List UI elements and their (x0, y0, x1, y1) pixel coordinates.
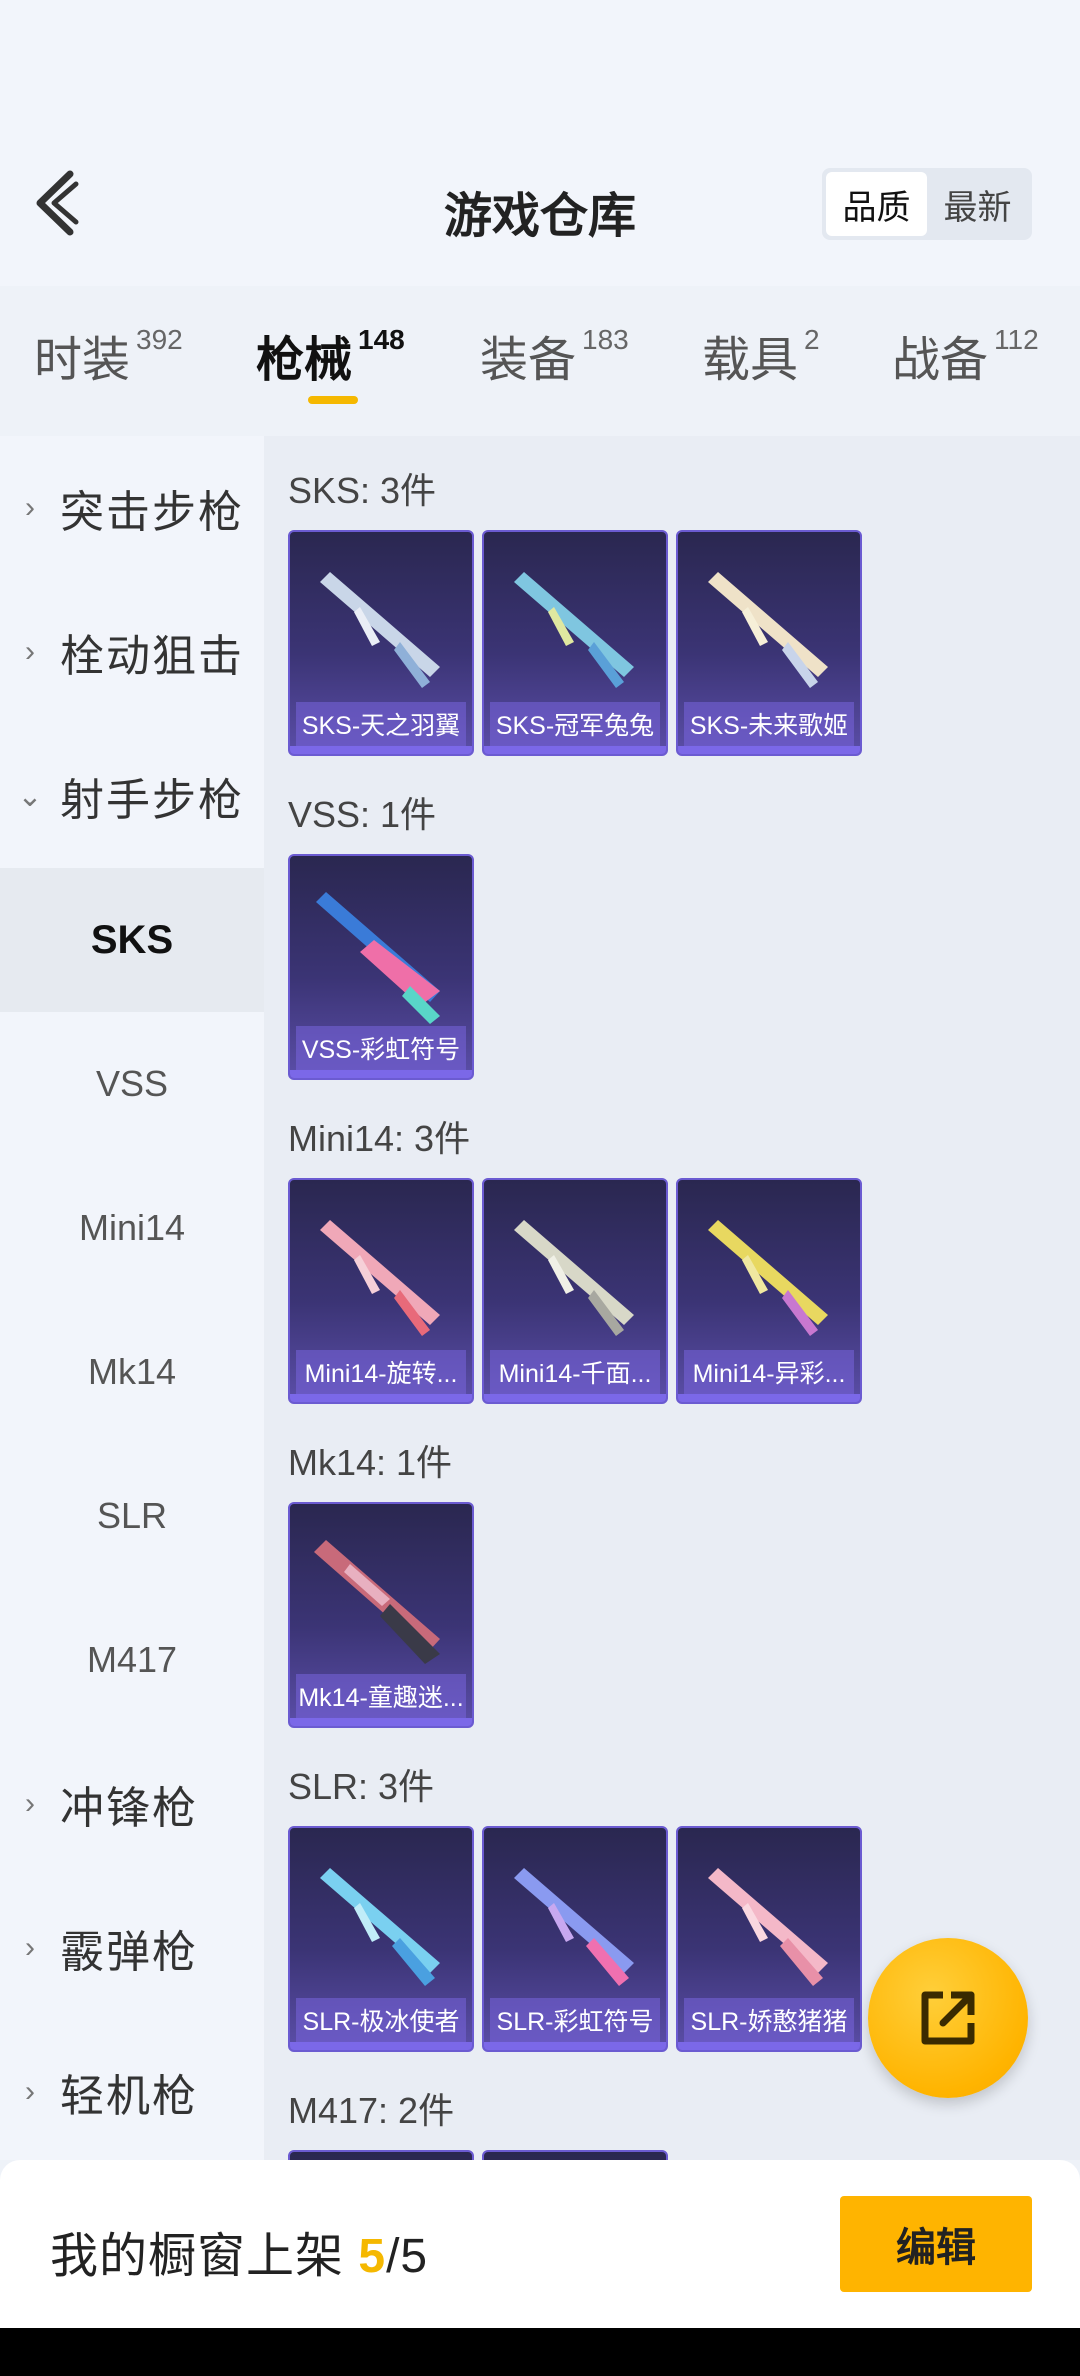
tab-count: 2 (804, 324, 820, 355)
sort-quality-button[interactable]: 品质 (826, 172, 927, 236)
weapon-card[interactable] (482, 2150, 668, 2160)
weapon-card-name: Mk14-童趣迷... (296, 1674, 466, 1718)
sidebar-category-label: 栓动狙击 (60, 632, 244, 681)
section-title-mk14: Mk14: 1件 (288, 1442, 453, 1483)
chevron-right-icon: › (25, 1787, 35, 1820)
weapon-card[interactable]: SLR-彩虹符号 (482, 1826, 668, 2052)
weapon-card-name: Mini14-千面... (490, 1350, 660, 1394)
weapon-card-name: SKS-冠军兔兔 (490, 702, 660, 746)
sidebar: › 突击步枪 › 栓动狙击 ⌄ 射手步枪 SKS VSS Mini14 Mk14… (0, 436, 264, 2160)
section-title-m417: M417: 2件 (288, 2090, 455, 2131)
chevron-right-icon: › (25, 635, 35, 668)
tab-count: 392 (136, 324, 183, 355)
rarity-bar (484, 2042, 666, 2050)
weapon-card-name: Mini14-旋转... (296, 1350, 466, 1394)
weapon-card-name: SLR-娇憨猪猪 (684, 1998, 854, 2042)
section-title-vss: VSS: 1件 (288, 794, 437, 835)
weapon-card[interactable]: SLR-娇憨猪猪 (676, 1826, 862, 2052)
active-tab-indicator (308, 396, 358, 404)
sidebar-category-shotgun[interactable]: › 霰弹枪 (0, 1876, 264, 2020)
weapon-card-name: SKS-天之羽翼 (296, 702, 466, 746)
rarity-bar (290, 746, 472, 754)
rarity-bar (678, 746, 860, 754)
tab-label: 枪械 (256, 334, 353, 387)
weapon-card[interactable]: Mk14-童趣迷... (288, 1502, 474, 1728)
rarity-bar (484, 1394, 666, 1402)
tab-label: 载具 (702, 334, 799, 387)
sidebar-category-label: 冲锋枪 (60, 1784, 198, 1833)
showcase-label: 我的橱窗上架 (50, 2230, 345, 2283)
weapon-card[interactable]: VSS-彩虹符号 (288, 854, 474, 1080)
showcase-current-count: 5 (358, 2230, 387, 2283)
share-external-icon (921, 1991, 975, 2045)
system-nav-bar (0, 2328, 1080, 2376)
chevron-down-icon: ⌄ (17, 779, 43, 813)
sidebar-category-lmg[interactable]: › 轻机枪 (0, 2020, 264, 2160)
weapon-card[interactable]: Mini14-千面... (482, 1178, 668, 1404)
rarity-bar (678, 1394, 860, 1402)
weapon-grid: SKS: 3件 SKS-天之羽翼 SKS-冠军兔兔 SKS-未来歌姬 VSS: … (264, 436, 1080, 2160)
share-fab-button[interactable] (868, 1938, 1028, 2098)
section-title-sks: SKS: 3件 (288, 470, 437, 511)
weapon-card-name: VSS-彩虹符号 (296, 1026, 466, 1070)
sidebar-category-assault-rifle[interactable]: › 突击步枪 (0, 436, 264, 580)
sidebar-category-bolt-sniper[interactable]: › 栓动狙击 (0, 580, 264, 724)
sidebar-category-label: 突击步枪 (60, 488, 244, 537)
sidebar-item-mini14[interactable]: Mini14 (0, 1156, 264, 1300)
edit-button[interactable]: 编辑 (840, 2196, 1032, 2292)
chevron-right-icon: › (25, 491, 35, 524)
tab-label: 战备 (892, 334, 989, 387)
section-title-mini14: Mini14: 3件 (288, 1118, 471, 1159)
weapon-card[interactable]: Mini14-异彩... (676, 1178, 862, 1404)
weapon-card[interactable]: SLR-极冰使者 (288, 1826, 474, 2052)
weapon-card-name: SLR-极冰使者 (296, 1998, 466, 2042)
sidebar-item-slr[interactable]: SLR (0, 1444, 264, 1588)
category-tabs: 时装 392 枪械 148 装备 183 载具 2 战备 112 (0, 320, 1080, 420)
sidebar-item-vss[interactable]: VSS (0, 1012, 264, 1156)
rarity-bar (678, 2042, 860, 2050)
tab-count: 112 (994, 324, 1039, 355)
weapon-card[interactable] (288, 2150, 474, 2160)
weapon-card-name: SKS-未来歌姬 (684, 702, 854, 746)
weapon-card[interactable]: Mini14-旋转... (288, 1178, 474, 1404)
tab-equipment[interactable]: 装备 183 (480, 320, 629, 390)
sidebar-item-m417[interactable]: M417 (0, 1588, 264, 1732)
chevron-right-icon: › (25, 2075, 35, 2108)
sidebar-item-mk14[interactable]: Mk14 (0, 1300, 264, 1444)
rarity-bar (484, 746, 666, 754)
tab-guns[interactable]: 枪械 148 (256, 320, 405, 390)
weapon-card-name: SLR-彩虹符号 (490, 1998, 660, 2042)
chevron-right-icon: › (25, 1931, 35, 1964)
sort-toggle: 品质 最新 (822, 168, 1032, 240)
sidebar-category-label: 射手步枪 (60, 776, 244, 825)
tab-fashion[interactable]: 时装 392 (34, 320, 183, 390)
weapon-card-name: Mini14-异彩... (684, 1350, 854, 1394)
showcase-bar: 我的橱窗上架 5/5 编辑 (0, 2160, 1080, 2328)
sidebar-category-smg[interactable]: › 冲锋枪 (0, 1732, 264, 1876)
showcase-total-count: 5 (400, 2230, 429, 2283)
section-title-slr: SLR: 3件 (288, 1766, 435, 1807)
sidebar-category-dmr[interactable]: ⌄ 射手步枪 (0, 724, 264, 868)
tab-count: 148 (358, 324, 405, 355)
rarity-bar (290, 1070, 472, 1078)
weapon-card[interactable]: SKS-冠军兔兔 (482, 530, 668, 756)
sort-latest-button[interactable]: 最新 (927, 172, 1028, 236)
weapon-card[interactable]: SKS-天之羽翼 (288, 530, 474, 756)
showcase-status: 我的橱窗上架 5/5 (50, 2216, 428, 2286)
tab-vehicles[interactable]: 载具 2 (702, 320, 820, 390)
tab-label: 时装 (34, 334, 131, 387)
tab-count: 183 (582, 324, 629, 355)
showcase-separator: / (386, 2230, 401, 2283)
rarity-bar (290, 1394, 472, 1402)
sidebar-category-label: 霰弹枪 (60, 1928, 198, 1977)
rarity-bar (290, 2042, 472, 2050)
sidebar-category-label: 轻机枪 (60, 2072, 198, 2121)
tab-combat-supplies[interactable]: 战备 112 (892, 320, 1039, 390)
sidebar-item-sks[interactable]: SKS (0, 868, 264, 1012)
weapon-card[interactable]: SKS-未来歌姬 (676, 530, 862, 756)
rarity-bar (290, 1718, 472, 1726)
header: 游戏仓库 品质 最新 (0, 0, 1080, 286)
tab-label: 装备 (480, 334, 577, 387)
